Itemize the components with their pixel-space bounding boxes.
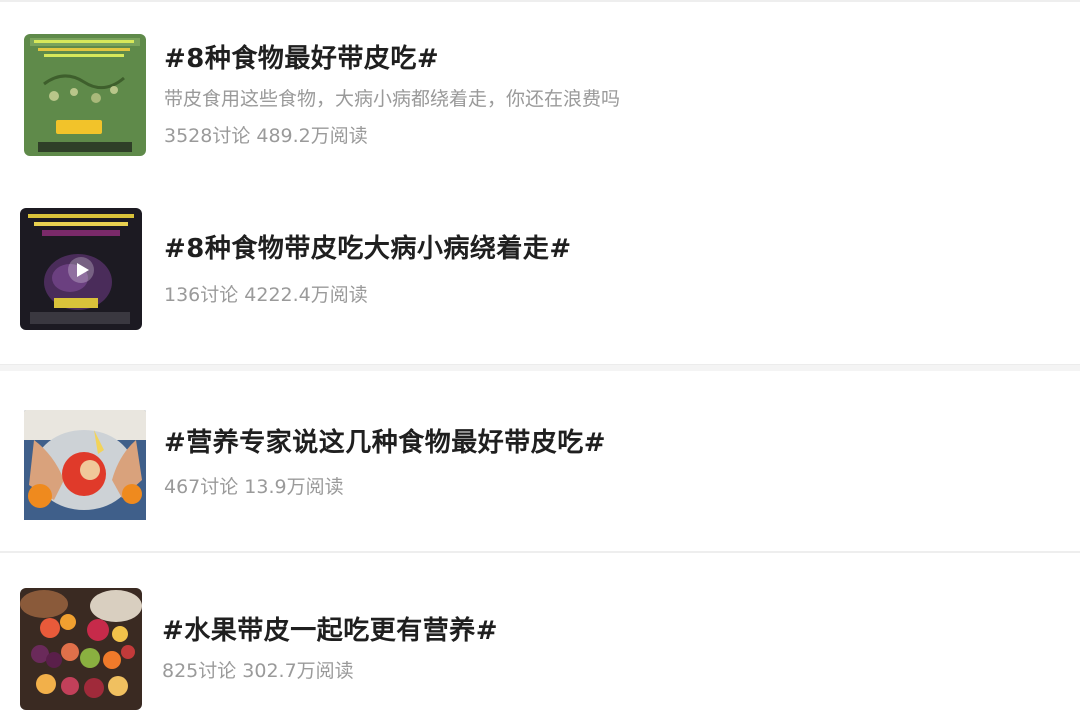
topic-stats: 825讨论 302.7万阅读 bbox=[162, 656, 354, 683]
discussion-count: 136讨论 bbox=[164, 284, 239, 306]
topic-stats: 3528讨论 489.2万阅读 bbox=[164, 121, 368, 148]
read-count: 489.2万阅读 bbox=[256, 125, 368, 147]
topic-title[interactable]: #8种食物带皮吃大病小病绕着走# bbox=[164, 228, 572, 265]
topic-stats: 467讨论 13.9万阅读 bbox=[164, 472, 344, 499]
fruit-platter-image[interactable] bbox=[20, 588, 142, 710]
topic-item[interactable]: #营养专家说这几种食物最好带皮吃# 467讨论 13.9万阅读 bbox=[0, 398, 1080, 538]
read-count: 302.7万阅读 bbox=[242, 660, 354, 682]
read-count: 13.9万阅读 bbox=[244, 476, 344, 498]
topic-description: 带皮食用这些食物，大病小病都绕着走，你还在浪费吗 bbox=[164, 88, 621, 110]
topic-title[interactable]: #8种食物最好带皮吃# bbox=[164, 38, 439, 75]
topic-title[interactable]: #水果带皮一起吃更有营养# bbox=[162, 610, 498, 647]
peeling-fruit-image[interactable] bbox=[24, 410, 146, 532]
discussion-count: 3528讨论 bbox=[164, 125, 251, 147]
discussion-count: 825讨论 bbox=[162, 660, 237, 682]
topic-item[interactable]: #8种食物带皮吃大病小病绕着走# 136讨论 4222.4万阅读 bbox=[0, 200, 1080, 340]
topic-title[interactable]: #营养专家说这几种食物最好带皮吃# bbox=[164, 422, 606, 459]
topic-stats: 136讨论 4222.4万阅读 bbox=[164, 280, 368, 307]
section-divider bbox=[0, 364, 1080, 371]
play-icon bbox=[68, 257, 94, 283]
topic-item[interactable]: #水果带皮一起吃更有营养# 825讨论 302.7万阅读 bbox=[0, 580, 1080, 720]
read-count: 4222.4万阅读 bbox=[244, 284, 368, 306]
video-thumbnail[interactable] bbox=[24, 34, 146, 156]
discussion-count: 467讨论 bbox=[164, 476, 239, 498]
topic-list: #8种食物最好带皮吃# 带皮食用这些食物，大病小病都绕着走，你还在浪费吗 352… bbox=[0, 0, 1080, 728]
topic-item[interactable]: #8种食物最好带皮吃# 带皮食用这些食物，大病小病都绕着走，你还在浪费吗 352… bbox=[0, 24, 1080, 164]
top-divider bbox=[0, 0, 1080, 2]
video-thumbnail[interactable] bbox=[20, 208, 142, 330]
section-divider bbox=[0, 551, 1080, 553]
